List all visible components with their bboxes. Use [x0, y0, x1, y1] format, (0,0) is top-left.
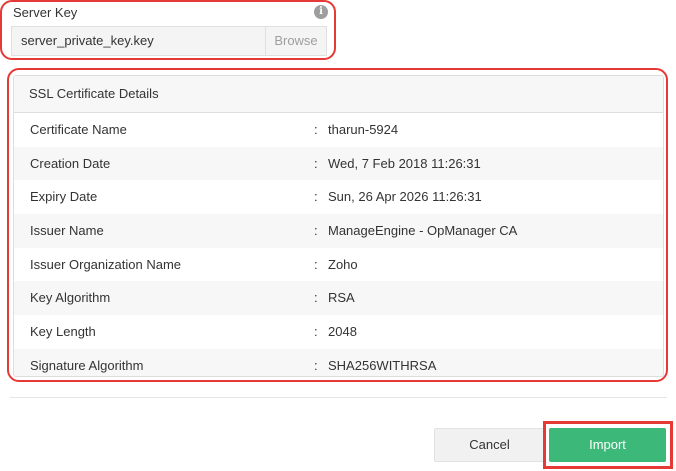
ssl-row-key: Key Algorithm	[30, 290, 111, 306]
ssl-row-separator: :	[314, 122, 318, 137]
server-key-file-field[interactable]: server_private_key.key Browse	[11, 26, 327, 56]
footer-divider	[10, 397, 667, 398]
ssl-row-key: Key Length	[30, 324, 96, 340]
ssl-row-separator: :	[314, 290, 318, 306]
ssl-row-value: RSA	[328, 290, 355, 306]
ssl-row-separator: :	[314, 324, 318, 340]
ssl-row-value: Sun, 26 Apr 2026 11:26:31	[328, 189, 482, 205]
ssl-row-separator: :	[314, 357, 318, 373]
ssl-row-issuer-organization-name: Issuer Organization Name : Zoho	[14, 248, 663, 282]
ssl-row-value: ManageEngine - OpManager CA	[328, 223, 518, 239]
ssl-panel-title: SSL Certificate Details	[14, 76, 663, 113]
ssl-row-signature-algorithm: Signature Algorithm : SHA256WITHRSA	[14, 348, 663, 376]
ssl-row-value: 2048	[328, 324, 357, 340]
server-key-highlight: Server Key i server_private_key.key Brow…	[0, 0, 336, 60]
cancel-button[interactable]: Cancel	[434, 428, 545, 462]
ssl-row-separator: :	[314, 256, 318, 272]
ssl-row-key-length: Key Length : 2048	[14, 315, 663, 349]
server-key-file-value: server_private_key.key	[21, 33, 154, 48]
ssl-row-key: Issuer Name	[30, 223, 104, 239]
import-button[interactable]: Import	[549, 428, 666, 462]
ssl-row-certificate-name: Certificate Name : tharun-5924	[14, 113, 663, 147]
ssl-details-highlight: SSL Certificate Details Certificate Name…	[7, 68, 668, 382]
ssl-row-value: SHA256WITHRSA	[328, 357, 437, 373]
ssl-row-key: Signature Algorithm	[30, 357, 144, 373]
ssl-row-key: Issuer Organization Name	[30, 256, 182, 272]
ssl-row-value: Wed, 7 Feb 2018 11:26:31	[328, 155, 481, 171]
ssl-row-key: Creation Date	[30, 155, 111, 171]
ssl-row-key: Expiry Date	[30, 189, 98, 205]
server-key-label: Server Key	[13, 5, 78, 20]
info-icon[interactable]: i	[314, 5, 328, 19]
ssl-row-separator: :	[314, 223, 318, 239]
ssl-row-separator: :	[314, 189, 318, 205]
ssl-row-value: Zoho	[328, 256, 358, 272]
browse-button[interactable]: Browse	[265, 27, 326, 55]
ssl-row-value: tharun-5924	[328, 122, 399, 137]
ssl-row-creation-date: Creation Date : Wed, 7 Feb 2018 11:26:31	[14, 146, 663, 181]
ssl-row-expiry-date: Expiry Date : Sun, 26 Apr 2026 11:26:31	[14, 180, 663, 214]
ssl-row-key: Certificate Name	[30, 122, 127, 137]
ssl-row-key-algorithm: Key Algorithm : RSA	[14, 281, 663, 316]
ssl-row-issuer-name: Issuer Name : ManageEngine - OpManager C…	[14, 214, 663, 248]
ssl-row-separator: :	[314, 155, 318, 171]
ssl-certificate-details-panel: SSL Certificate Details Certificate Name…	[13, 75, 664, 377]
